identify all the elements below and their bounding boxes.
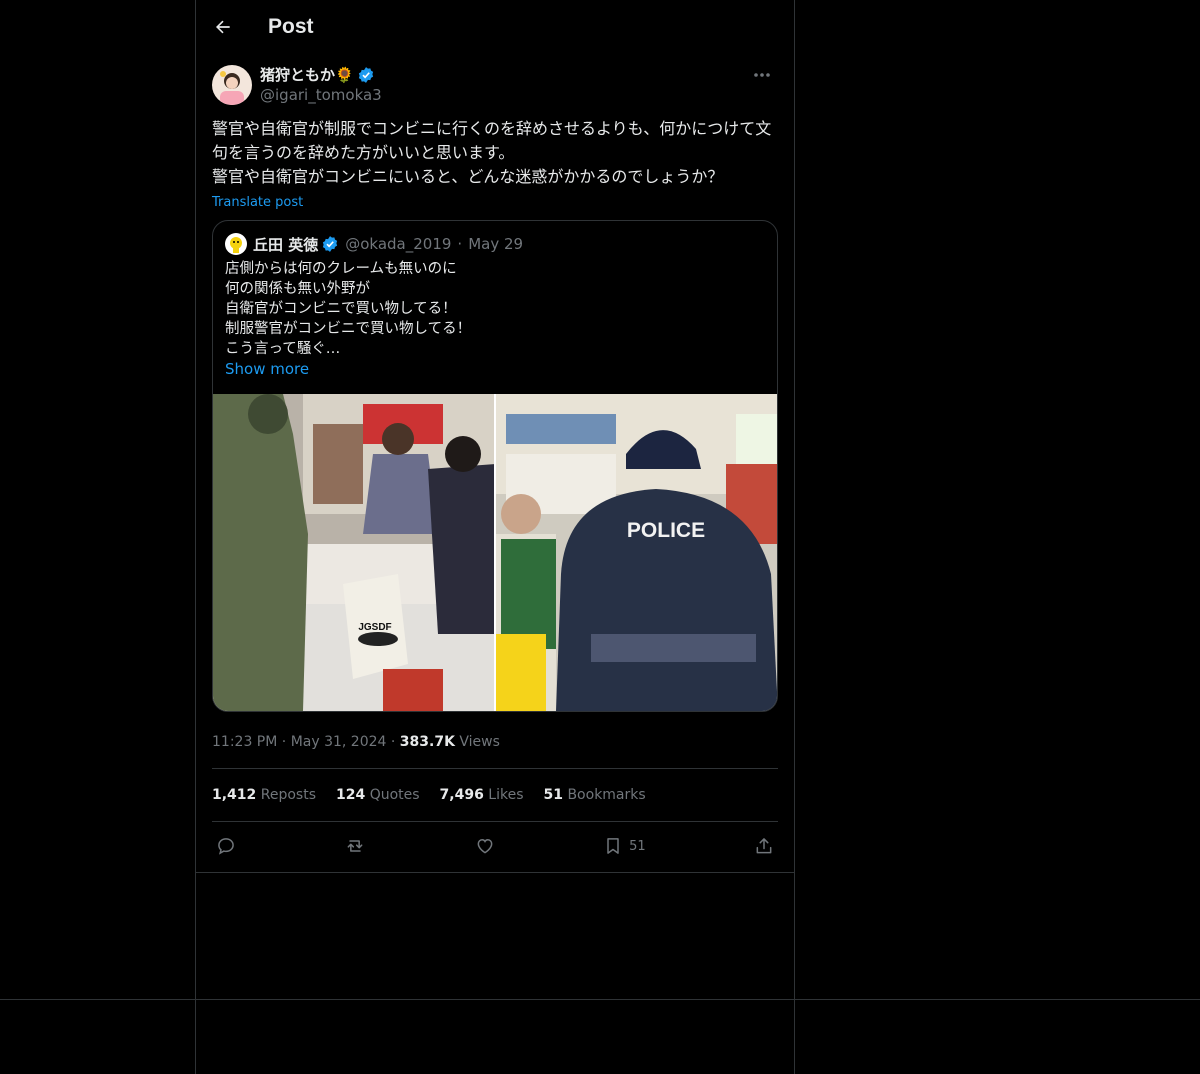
likes-label: Likes <box>488 787 524 803</box>
author-name[interactable]: 猪狩ともか🌻 <box>260 65 354 85</box>
reply-icon <box>218 838 234 855</box>
bookmark-count: 51 <box>629 838 646 854</box>
photo-police-store[interactable]: POLICE <box>496 394 777 711</box>
bottom-divider-left <box>0 999 1200 1000</box>
post-date[interactable]: May 31, 2024 <box>291 734 387 750</box>
translate-post-link[interactable]: Translate post <box>212 195 303 210</box>
quote-author-handle: @okada_2019 <box>345 235 452 253</box>
police-vest-text: POLICE <box>627 519 705 542</box>
views-count: 383.7K <box>399 734 455 750</box>
post-meta: 11:23 PM · May 31, 2024 · 383.7K Views <box>212 732 778 752</box>
bookmarks-count: 51 <box>543 787 563 803</box>
post-bottom-divider <box>196 872 794 873</box>
post-stats: 1,412 Reposts 124 Quotes 7,496 Likes 51 … <box>212 768 778 822</box>
back-button[interactable] <box>196 0 250 54</box>
post: 猪狩ともか🌻 @igari_tomoka3 警官や自衛官が制服でコンビニに行くの… <box>196 65 794 870</box>
reply-button[interactable] <box>216 836 236 856</box>
repost-button[interactable] <box>344 836 366 856</box>
reposts-stat[interactable]: 1,412 Reposts <box>212 787 316 803</box>
likes-stat[interactable]: 7,496 Likes <box>440 787 524 803</box>
quote-photos: JGSDF POLICE <box>213 394 777 711</box>
separator-dot: · <box>281 734 291 750</box>
bookmark-icon <box>607 838 619 854</box>
likes-count: 7,496 <box>439 787 484 803</box>
jgsdf-bag-text: JGSDF <box>358 622 391 633</box>
avatar[interactable] <box>212 65 252 105</box>
like-button[interactable] <box>475 836 495 856</box>
share-button[interactable] <box>754 836 774 856</box>
verified-badge-icon <box>358 67 373 83</box>
page-title: Post <box>268 15 314 38</box>
quote-avatar <box>225 233 247 255</box>
photo-jgsdf-store[interactable]: JGSDF <box>213 394 494 711</box>
post-column: Post 猪狩ともか🌻 @igari_tomoka3 警官や自衛官が制服でコンビ… <box>196 0 794 870</box>
more-button[interactable] <box>748 65 776 85</box>
author-handle[interactable]: @igari_tomoka3 <box>260 85 382 105</box>
bookmarks-label: Bookmarks <box>567 787 646 803</box>
reposts-label: Reposts <box>260 787 316 803</box>
more-icon <box>754 73 770 77</box>
like-icon <box>477 838 493 854</box>
right-border <box>794 0 795 1074</box>
views-label: Views <box>459 734 500 750</box>
quotes-stat[interactable]: 124 Quotes <box>336 787 420 803</box>
quoted-post[interactable]: 丘田 英徳 @okada_2019 · May 29 店側からは何のクレームも無… <box>212 220 778 712</box>
page-header: Post <box>196 0 794 54</box>
quotes-count: 124 <box>336 787 366 803</box>
bookmarks-stat[interactable]: 51 Bookmarks <box>544 787 646 803</box>
action-bar: 51 <box>212 822 778 870</box>
separator-dot: · <box>457 235 463 253</box>
reposts-count: 1,412 <box>212 787 257 803</box>
back-arrow-icon <box>216 20 230 34</box>
quote-author-name: 丘田 英徳 <box>253 235 319 254</box>
separator-dot: · <box>390 734 400 750</box>
share-icon <box>756 838 772 854</box>
quote-date: May 29 <box>468 235 524 253</box>
quote-text: 店側からは何のクレームも無いのに 何の関係も無い外野が 自衛官がコンビニで買い物… <box>225 261 472 357</box>
repost-icon <box>347 840 363 852</box>
quotes-label: Quotes <box>369 787 420 803</box>
show-more-link[interactable]: Show more <box>213 359 777 380</box>
post-time[interactable]: 11:23 PM <box>212 734 277 750</box>
post-author: 猪狩ともか🌻 @igari_tomoka3 <box>212 65 778 105</box>
verified-badge-icon <box>323 236 338 252</box>
post-text: 警官や自衛官が制服でコンビニに行くのを辞めさせるよりも、何かにつけて文句を言うの… <box>212 119 772 186</box>
bookmark-button[interactable]: 51 <box>603 836 646 856</box>
